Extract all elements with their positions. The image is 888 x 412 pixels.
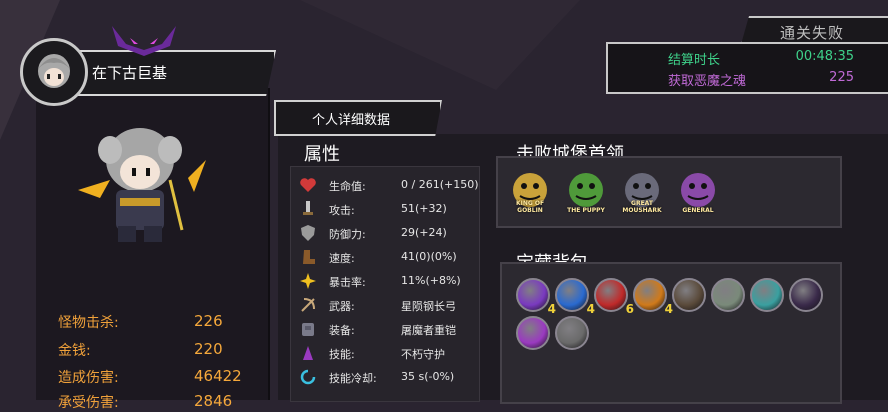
purple-crystal-icon[interactable]: 4 xyxy=(516,278,556,316)
boss-portrait: KING OF GOBLIN xyxy=(506,168,554,216)
stat-value: 226 xyxy=(194,312,223,330)
item-count: 4 xyxy=(664,302,673,316)
armor-icon xyxy=(302,323,314,336)
attribute-row: 攻击: 51(+32) xyxy=(297,199,479,221)
attributes-list: 生命值: 0 / 261(+150) 攻击: 51(+32) 防御力: 29(+24) 速度… xyxy=(290,166,480,402)
boss-name: GENERAL xyxy=(682,207,714,214)
item-count: 4 xyxy=(547,302,556,316)
boss-name: THE PUPPY xyxy=(567,207,605,214)
attribute-label: 生命值: xyxy=(329,180,366,193)
attribute-row: 技能冷却: 35 s(-0%) xyxy=(297,367,479,389)
stat-value: 220 xyxy=(194,340,223,358)
avatar-portrait-icon xyxy=(25,43,83,101)
attribute-label: 技能: xyxy=(329,348,355,361)
blue-orb-icon[interactable]: 4 xyxy=(555,278,595,316)
attribute-label: 暴击率: xyxy=(329,276,366,289)
attribute-row: 速度: 41(0)(0%) xyxy=(297,247,479,269)
tab-label: 个人详细数据 xyxy=(312,113,391,128)
stat-label: 金钱: xyxy=(58,343,91,359)
demon-horns-icon xyxy=(112,26,176,56)
stat-damage-dealt: 造成伤害: 46422 xyxy=(58,367,242,387)
boss-portrait: GREAT MOUSHARK xyxy=(618,168,666,216)
stat-money: 金钱: 220 xyxy=(58,340,223,360)
attribute-row: 暴击率: 11%(+8%) xyxy=(297,271,479,293)
violet-rune-relic-icon[interactable] xyxy=(516,316,550,350)
attribute-value: 0 / 261(+150) xyxy=(401,178,479,191)
stat-damage-taken: 承受伤害: 2846 xyxy=(58,392,232,412)
attribute-value: 29(+24) xyxy=(401,226,447,239)
shadow-orb-relic-icon[interactable] xyxy=(789,278,823,312)
attribute-value: 11%(+8%) xyxy=(401,274,461,287)
stat-label: 怪物击杀: xyxy=(58,315,119,331)
attribute-value: 不朽守护 xyxy=(401,348,445,361)
stat-value: 46422 xyxy=(194,367,242,385)
attribute-value: 51(+32) xyxy=(401,202,447,215)
cooldown-icon xyxy=(300,369,316,385)
item-count: 6 xyxy=(625,302,634,316)
character-sprite xyxy=(78,128,206,242)
result-value: 00:48:35 xyxy=(795,49,854,64)
attribute-label: 攻击: xyxy=(329,204,355,217)
result-row-souls: 获取恶魔之魂 225 xyxy=(668,70,854,89)
attribute-label: 防御力: xyxy=(329,228,366,241)
attribute-row: 装备: 屠魔者重铠 xyxy=(297,319,479,341)
bosses-defeated: KING OF GOBLIN THE PUPPY GREAT MOUSHARK GEN… xyxy=(496,156,842,228)
attribute-row: 武器: 星陨钢长弓 xyxy=(297,295,479,317)
skill-icon xyxy=(303,346,313,360)
dark-hood-relic-icon[interactable] xyxy=(672,278,706,312)
attribute-value: 星陨钢长弓 xyxy=(401,300,456,313)
stat-value: 2846 xyxy=(194,392,233,410)
stone-eye-relic-icon[interactable] xyxy=(711,278,745,312)
weapon-icon xyxy=(301,298,315,312)
attribute-value: 屠魔者重铠 xyxy=(401,324,456,337)
teal-wing-relic-icon[interactable] xyxy=(750,278,784,312)
boss-portrait: THE PUPPY xyxy=(562,168,610,216)
attribute-value: 41(0)(0%) xyxy=(401,250,457,263)
treasure-bag: 4 4 6 4 xyxy=(500,262,842,404)
stat-kills: 怪物击杀: 226 xyxy=(58,312,223,332)
boss-name: KING OF GOBLIN xyxy=(515,200,545,214)
heart-icon xyxy=(300,178,316,192)
boss-portrait: GENERAL xyxy=(674,168,722,216)
orange-flame-gem-icon[interactable]: 4 xyxy=(633,278,673,316)
attribute-value: 35 s(-0%) xyxy=(401,370,455,383)
player-name: 在下古巨基 xyxy=(92,64,168,82)
attribute-label: 技能冷却: xyxy=(329,372,377,385)
attribute-row: 技能: 不朽守护 xyxy=(297,343,479,365)
stat-label: 承受伤害: xyxy=(58,395,119,411)
boot-icon xyxy=(303,250,315,264)
avatar xyxy=(20,38,88,106)
attribute-row: 生命值: 0 / 261(+150) xyxy=(297,175,479,197)
attribute-row: 防御力: 29(+24) xyxy=(297,223,479,245)
sword-icon xyxy=(303,201,313,215)
boss-name: GREAT MOUSHARK xyxy=(622,200,662,214)
attribute-label: 装备: xyxy=(329,324,355,337)
attribute-label: 武器: xyxy=(329,300,355,313)
result-status: 通关失败 xyxy=(780,24,845,42)
tab-personal-details[interactable]: 个人详细数据 xyxy=(274,100,442,136)
result-row-duration: 结算时长 00:48:35 xyxy=(668,49,854,68)
result-label: 结算时长 xyxy=(668,53,721,68)
attributes-title: 属性 xyxy=(304,144,340,165)
background-shard xyxy=(300,0,580,90)
result-label: 获取恶魔之魂 xyxy=(668,74,747,89)
shield-icon xyxy=(301,225,315,241)
result-summary: 结算时长 00:48:35 获取恶魔之魂 225 xyxy=(606,42,888,94)
ring-chain-relic-icon[interactable] xyxy=(555,316,589,350)
stat-label: 造成伤害: xyxy=(58,370,119,386)
red-heart-gem-icon[interactable]: 6 xyxy=(594,278,634,316)
attribute-label: 速度: xyxy=(329,252,355,265)
critical-burst-icon xyxy=(300,273,316,289)
item-count: 4 xyxy=(586,302,595,316)
result-value: 225 xyxy=(829,70,854,85)
